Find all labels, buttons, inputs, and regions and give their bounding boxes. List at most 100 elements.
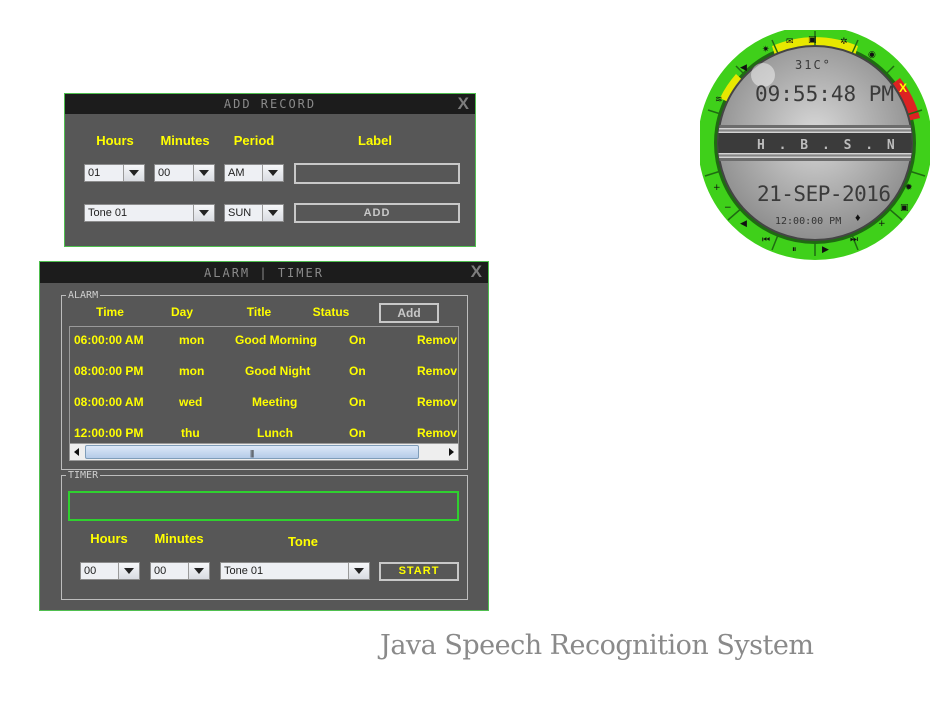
alarm-add-button[interactable]: Add bbox=[379, 303, 439, 323]
chevron-down-icon[interactable] bbox=[262, 165, 283, 181]
alarm-group-title: ALARM bbox=[68, 290, 99, 301]
date-readout: 21-SEP-2016 bbox=[757, 182, 891, 206]
alarm-timer-title: ALARM | TIMER bbox=[204, 266, 324, 280]
row-time: 06:00:00 AM bbox=[74, 333, 144, 347]
timer-tone-label: Tone bbox=[287, 534, 319, 549]
row-status: On bbox=[349, 333, 366, 347]
row-title: Meeting bbox=[252, 395, 298, 409]
add-record-close-icon[interactable]: X bbox=[458, 94, 469, 114]
tone-select-value: Tone 01 bbox=[88, 207, 128, 219]
row-title: Good Night bbox=[245, 364, 311, 378]
temperature-readout: 31C° bbox=[795, 58, 832, 72]
svg-text:≋: ≋ bbox=[715, 95, 723, 105]
chevron-down-icon[interactable] bbox=[262, 205, 283, 221]
row-status: On bbox=[349, 426, 366, 440]
svg-text:▣: ▣ bbox=[900, 203, 909, 213]
timer-tone-select[interactable]: Tone 01 bbox=[220, 562, 370, 580]
add-record-titlebar[interactable]: ADD RECORD bbox=[65, 94, 475, 114]
start-button[interactable]: START bbox=[379, 562, 459, 581]
row-status: On bbox=[349, 364, 366, 378]
svg-text:✷: ✷ bbox=[762, 45, 770, 55]
minutes-select-value: 00 bbox=[158, 167, 171, 179]
timer-hours-select[interactable]: 00 bbox=[80, 562, 140, 580]
row-status: On bbox=[349, 395, 366, 409]
svg-text:▣: ▣ bbox=[808, 35, 817, 45]
row-day: wed bbox=[179, 395, 203, 409]
svg-text:▶: ▶ bbox=[822, 245, 829, 255]
period-select-value: AM bbox=[228, 167, 245, 179]
name-readout: H . B . S . N bbox=[757, 138, 898, 153]
chevron-down-icon[interactable] bbox=[193, 205, 214, 221]
row-day: mon bbox=[179, 364, 205, 378]
day-select[interactable]: SUN bbox=[224, 204, 284, 222]
clock-close-icon[interactable]: X bbox=[899, 81, 907, 95]
svg-text:⏮: ⏮ bbox=[762, 235, 770, 245]
chevron-down-icon[interactable] bbox=[188, 563, 209, 579]
alarm-time-readout: 12:00:00 PM bbox=[775, 216, 842, 227]
timer-group-title: TIMER bbox=[68, 470, 99, 481]
timer-hours-value: 00 bbox=[84, 565, 97, 577]
hours-label: Hours bbox=[96, 133, 134, 148]
start-button-label: START bbox=[398, 565, 440, 577]
day-select-value: SUN bbox=[228, 207, 252, 219]
row-day: thu bbox=[181, 426, 200, 440]
timer-tone-value: Tone 01 bbox=[224, 565, 264, 577]
svg-text:✉: ✉ bbox=[786, 37, 794, 47]
timer-minutes-value: 00 bbox=[154, 565, 167, 577]
scroll-thumb[interactable]: ||| bbox=[85, 445, 419, 459]
tone-select[interactable]: Tone 01 bbox=[84, 204, 215, 222]
svg-text:◉: ◉ bbox=[868, 50, 876, 60]
alarm-bell-icon: ♦ bbox=[855, 212, 861, 224]
timer-minutes-select[interactable]: 00 bbox=[150, 562, 210, 580]
timer-hours-label: Hours bbox=[90, 531, 128, 546]
svg-text:◀: ◀ bbox=[740, 219, 747, 229]
scroll-grip: ||| bbox=[250, 449, 254, 458]
label-label: Label bbox=[358, 133, 392, 148]
row-title: Good Morning bbox=[235, 333, 317, 347]
label-input[interactable] bbox=[294, 163, 460, 184]
period-label: Period bbox=[233, 133, 275, 148]
scroll-left-icon[interactable] bbox=[70, 444, 84, 459]
row-remove-button[interactable]: Remov bbox=[417, 395, 457, 409]
svg-text:+: + bbox=[878, 219, 886, 229]
scroll-right-icon[interactable] bbox=[444, 444, 458, 459]
row-time: 08:00:00 PM bbox=[74, 364, 144, 378]
add-record-title: ADD RECORD bbox=[223, 97, 317, 111]
svg-text:✲: ✲ bbox=[840, 37, 848, 47]
column-title: Title bbox=[246, 305, 272, 319]
column-time: Time bbox=[96, 305, 124, 319]
chevron-down-icon[interactable] bbox=[348, 563, 369, 579]
add-record-button[interactable]: ADD bbox=[294, 203, 460, 223]
chevron-down-icon[interactable] bbox=[123, 165, 144, 181]
row-time: 08:00:00 AM bbox=[74, 395, 144, 409]
row-time: 12:00:00 PM bbox=[74, 426, 144, 440]
svg-text:◀: ◀ bbox=[740, 63, 747, 73]
period-select[interactable]: AM bbox=[224, 164, 284, 182]
add-record-window: ADD RECORD X Hours Minutes Period Label … bbox=[64, 93, 476, 247]
app-caption: Java Speech Recognition System bbox=[380, 630, 814, 661]
row-remove-button[interactable]: Remov bbox=[417, 426, 457, 440]
svg-text:−: − bbox=[724, 203, 732, 213]
svg-text:✹: ✹ bbox=[905, 183, 913, 193]
svg-text:+: + bbox=[713, 183, 721, 193]
horizontal-scrollbar[interactable]: ||| bbox=[70, 443, 458, 460]
alarm-timer-titlebar[interactable]: ALARM | TIMER bbox=[40, 262, 488, 283]
chevron-down-icon[interactable] bbox=[193, 165, 214, 181]
alarm-table[interactable]: 06:00:00 AM mon Good Morning On Remov 08… bbox=[69, 326, 459, 461]
timer-display bbox=[68, 491, 459, 521]
column-status: Status bbox=[312, 305, 350, 319]
hours-select-value: 01 bbox=[88, 167, 101, 179]
svg-text:⏸: ⏸ bbox=[792, 245, 797, 255]
time-readout: 09:55:48 PM bbox=[755, 82, 895, 106]
row-title: Lunch bbox=[257, 426, 293, 440]
hours-select[interactable]: 01 bbox=[84, 164, 145, 182]
minutes-select[interactable]: 00 bbox=[154, 164, 215, 182]
row-day: mon bbox=[179, 333, 205, 347]
alarm-timer-close-icon[interactable]: X bbox=[471, 262, 482, 282]
svg-text:⏭: ⏭ bbox=[850, 235, 858, 245]
chevron-down-icon[interactable] bbox=[118, 563, 139, 579]
column-day: Day bbox=[170, 305, 193, 319]
row-remove-button[interactable]: Remov bbox=[417, 333, 457, 347]
minutes-label: Minutes bbox=[160, 133, 210, 148]
row-remove-button[interactable]: Remov bbox=[417, 364, 457, 378]
